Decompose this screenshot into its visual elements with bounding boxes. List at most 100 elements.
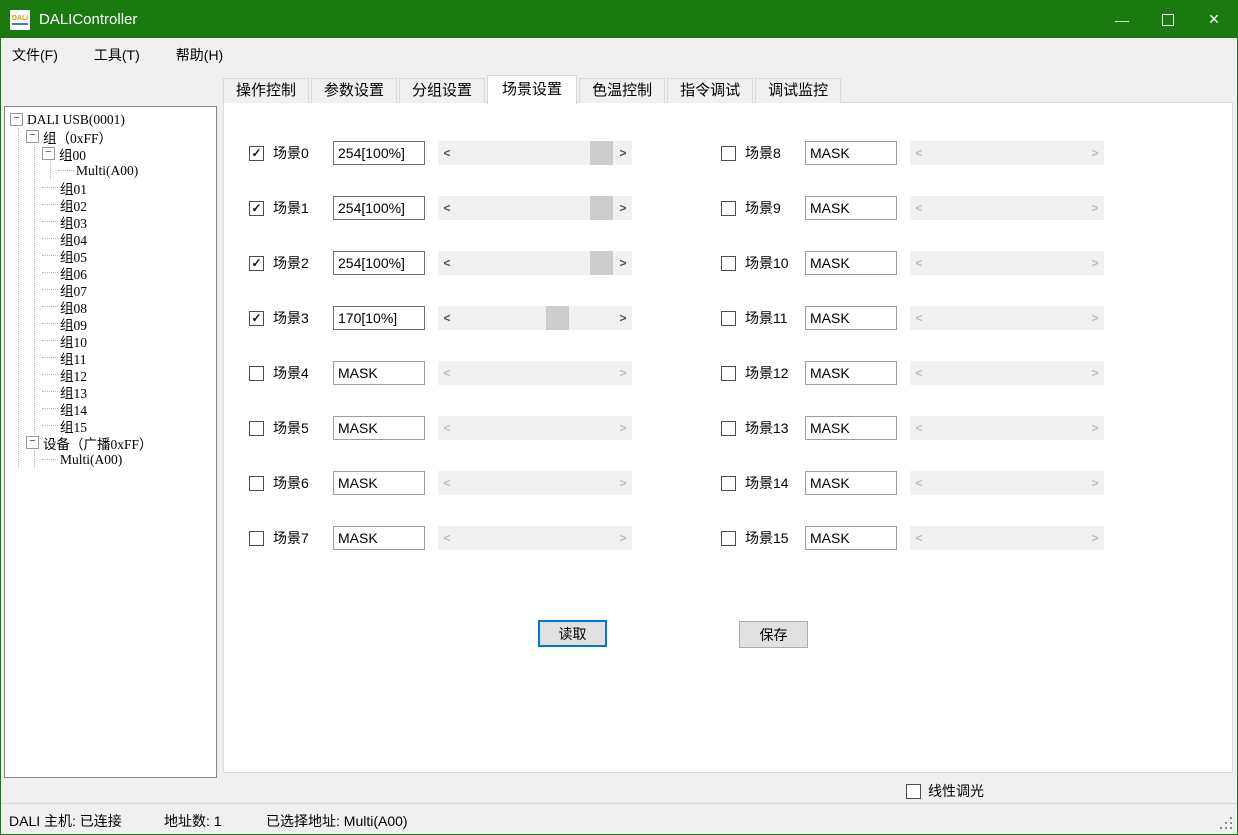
tree-node[interactable]: −组00: [42, 145, 216, 162]
scroll-right-icon[interactable]: >: [614, 306, 632, 330]
scene-7-checkbox[interactable]: [249, 531, 264, 546]
tree-node[interactable]: 组13: [42, 383, 216, 400]
resize-grip[interactable]: [1220, 817, 1233, 830]
tree-node[interactable]: 组02: [42, 196, 216, 213]
scrollbar-thumb[interactable]: [590, 196, 613, 220]
scene-12-checkbox[interactable]: [721, 366, 736, 381]
tab-scene-settings[interactable]: 场景设置: [487, 75, 577, 104]
tree-node[interactable]: 组06: [42, 264, 216, 281]
tab-operation-control[interactable]: 操作控制: [223, 78, 309, 103]
scroll-left-icon: <: [910, 471, 928, 495]
scrollbar-thumb[interactable]: [590, 251, 613, 275]
tree-node[interactable]: 组14: [42, 400, 216, 417]
tab-parameter-settings[interactable]: 参数设置: [311, 78, 397, 103]
scroll-right-icon[interactable]: >: [614, 196, 632, 220]
tree-node[interactable]: 组12: [42, 366, 216, 383]
scroll-right-icon: >: [1086, 416, 1104, 440]
tree-node[interactable]: −DALI USB(0001): [10, 111, 216, 128]
tree-collapse-icon[interactable]: −: [26, 436, 39, 449]
scene-2-checkbox[interactable]: ✓: [249, 256, 264, 271]
scene-3-level-scrollbar[interactable]: <>: [438, 306, 632, 330]
tab-grouping-settings[interactable]: 分组设置: [399, 78, 485, 103]
scene-15-checkbox[interactable]: [721, 531, 736, 546]
scroll-right-icon[interactable]: >: [614, 251, 632, 275]
scene-3-value-input[interactable]: [333, 306, 425, 330]
tree-node[interactable]: 组11: [42, 349, 216, 366]
tree-node[interactable]: −组（0xFF）: [26, 128, 216, 145]
close-button[interactable]: ✕: [1191, 1, 1237, 38]
scene-0-level-scrollbar[interactable]: <>: [438, 141, 632, 165]
tree-node[interactable]: 组15: [42, 417, 216, 434]
scrollbar-thumb[interactable]: [546, 306, 569, 330]
menu-tools[interactable]: 工具(T): [94, 45, 140, 65]
scene-9-value-input[interactable]: [805, 196, 897, 220]
scroll-left-icon[interactable]: <: [438, 306, 456, 330]
tree-node-label[interactable]: DALI USB(0001): [27, 112, 125, 128]
scene-6-value-input[interactable]: [333, 471, 425, 495]
tree-node[interactable]: 组05: [42, 247, 216, 264]
save-button[interactable]: 保存: [739, 621, 808, 648]
scene-0-value-input[interactable]: [333, 141, 425, 165]
scene-9-checkbox[interactable]: [721, 201, 736, 216]
tab-command-debug[interactable]: 指令调试: [667, 78, 753, 103]
scene-9-label: 场景9: [745, 198, 805, 218]
menu-file[interactable]: 文件(F): [12, 45, 58, 65]
tree-node-label[interactable]: Multi(A00): [60, 452, 122, 468]
scene-6-checkbox[interactable]: [249, 476, 264, 491]
scene-14-checkbox[interactable]: [721, 476, 736, 491]
tree-node[interactable]: 组08: [42, 298, 216, 315]
tree-node-label[interactable]: Multi(A00): [76, 163, 138, 179]
tree-children: Multi(A00): [50, 162, 216, 179]
scene-11-checkbox[interactable]: [721, 311, 736, 326]
scene-10-checkbox[interactable]: [721, 256, 736, 271]
tree-node[interactable]: 组01: [42, 179, 216, 196]
scene-12-value-input[interactable]: [805, 361, 897, 385]
tree-node[interactable]: 组07: [42, 281, 216, 298]
scene-2-value-input[interactable]: [333, 251, 425, 275]
scene-4-checkbox[interactable]: [249, 366, 264, 381]
tree-node[interactable]: 组03: [42, 213, 216, 230]
scene-4-value-input[interactable]: [333, 361, 425, 385]
scene-1-checkbox[interactable]: ✓: [249, 201, 264, 216]
scene-8-checkbox[interactable]: [721, 146, 736, 161]
tree-node[interactable]: 组09: [42, 315, 216, 332]
scene-13-value-input[interactable]: [805, 416, 897, 440]
scene-7-value-input[interactable]: [333, 526, 425, 550]
scene-15-value-input[interactable]: [805, 526, 897, 550]
tree-node[interactable]: Multi(A00): [42, 451, 216, 468]
scene-1-level-scrollbar[interactable]: <>: [438, 196, 632, 220]
scene-3-checkbox[interactable]: ✓: [249, 311, 264, 326]
scene-10-value-input[interactable]: [805, 251, 897, 275]
tab-debug-monitor[interactable]: 调试监控: [755, 78, 841, 103]
menu-help[interactable]: 帮助(H): [176, 45, 223, 65]
tree-collapse-icon[interactable]: −: [42, 147, 55, 160]
scroll-left-icon[interactable]: <: [438, 141, 456, 165]
scroll-left-icon[interactable]: <: [438, 251, 456, 275]
scene-1-value-input[interactable]: [333, 196, 425, 220]
scene-11-value-input[interactable]: [805, 306, 897, 330]
tree-node[interactable]: Multi(A00): [58, 162, 216, 179]
tree-collapse-icon[interactable]: −: [10, 113, 23, 126]
tree-node[interactable]: 组04: [42, 230, 216, 247]
tree-node[interactable]: −设备（广播0xFF）: [26, 434, 216, 451]
scene-5-checkbox[interactable]: [249, 421, 264, 436]
scene-0-checkbox[interactable]: ✓: [249, 146, 264, 161]
scroll-right-icon[interactable]: >: [614, 141, 632, 165]
tree-node-label[interactable]: 组00: [59, 144, 86, 164]
linear-dimming-checkbox[interactable]: [906, 784, 921, 799]
scrollbar-thumb[interactable]: [590, 141, 613, 165]
scene-2-level-scrollbar[interactable]: <>: [438, 251, 632, 275]
scene-14-value-input[interactable]: [805, 471, 897, 495]
tree-node[interactable]: 组10: [42, 332, 216, 349]
tree-collapse-icon[interactable]: −: [26, 130, 39, 143]
tree-connector: [42, 323, 58, 324]
maximize-button[interactable]: [1145, 1, 1191, 38]
minimize-button[interactable]: —: [1099, 1, 1145, 38]
tab-color-temp-control[interactable]: 色温控制: [579, 78, 665, 103]
scene-13-checkbox[interactable]: [721, 421, 736, 436]
scene-8-value-input[interactable]: [805, 141, 897, 165]
tree-node-label[interactable]: 设备（广播0xFF）: [43, 433, 153, 453]
scroll-left-icon[interactable]: <: [438, 196, 456, 220]
read-button[interactable]: 读取: [538, 620, 607, 647]
scene-5-value-input[interactable]: [333, 416, 425, 440]
